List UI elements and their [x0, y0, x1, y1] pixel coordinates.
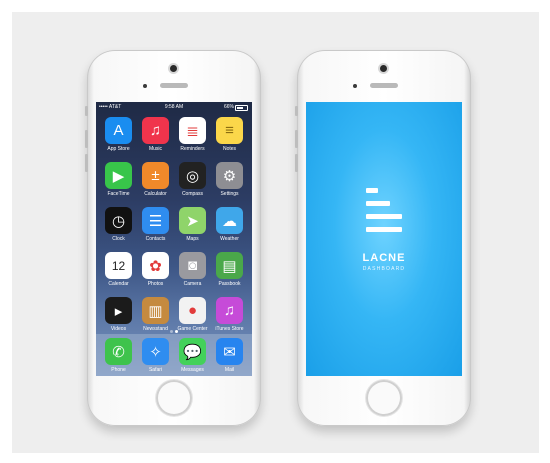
home-button[interactable]: [156, 380, 192, 416]
game-center-icon: ●: [179, 297, 206, 324]
app-facetime[interactable]: ▶ FaceTime: [100, 162, 137, 200]
app-photos[interactable]: ✿ Photos: [137, 252, 174, 290]
battery-icon: [235, 105, 248, 111]
proximity-sensor: [353, 84, 357, 88]
clock-icon: ◷: [105, 207, 132, 234]
app-messages[interactable]: 💬 Messages: [174, 338, 211, 376]
app-camera[interactable]: ◙ Camera: [174, 252, 211, 290]
app-maps[interactable]: ➤ Maps: [174, 207, 211, 245]
app-grid: A App Store ♫ Music ≣ Reminders ≡ Notes ▶ FaceTim…: [100, 117, 248, 335]
page-dot: [170, 330, 173, 333]
app-label: Maps: [186, 236, 199, 242]
app-label: Passbook: [218, 281, 241, 287]
reminders-icon: ≣: [179, 117, 206, 144]
itunes-store-icon: ♫: [216, 297, 243, 324]
weather-icon: ☁: [216, 207, 243, 234]
app-label: Camera: [183, 281, 202, 287]
contacts-icon: ☰: [142, 207, 169, 234]
dock: ✆ Phone ✧ Safari 💬 Messages ✉ Mail: [96, 334, 252, 376]
app-app-store[interactable]: A App Store: [100, 117, 137, 155]
app-mail[interactable]: ✉ Mail: [211, 338, 248, 376]
front-camera: [170, 65, 177, 72]
app-label: Mail: [224, 367, 235, 373]
app-label: Settings: [220, 191, 239, 197]
app-passbook[interactable]: ▤ Passbook: [211, 252, 248, 290]
app-contacts[interactable]: ☰ Contacts: [137, 207, 174, 245]
page-indicator[interactable]: [96, 330, 252, 333]
lacne-title: LACNE: [362, 252, 406, 264]
mockup-stage: ••••• AT&T 9:58 AM 66% A App Store ♫ Music ≣…: [0, 0, 550, 463]
app-label: Messages: [181, 367, 204, 373]
app-safari[interactable]: ✧ Safari: [137, 338, 174, 376]
earpiece-speaker: [160, 83, 188, 88]
mute-switch: [85, 106, 88, 116]
home-button[interactable]: [366, 380, 402, 416]
passbook-icon: ▤: [216, 252, 243, 279]
app-label: Music: [148, 146, 163, 152]
app-label: App Store: [107, 146, 130, 152]
compass-icon: ◎: [179, 162, 206, 189]
app-label: Reminders: [180, 146, 205, 152]
dock-row: ✆ Phone ✧ Safari 💬 Messages ✉ Mail: [100, 338, 248, 376]
app-store-icon: A: [105, 117, 132, 144]
app-label: FaceTime: [107, 191, 130, 197]
lacne-splash-screen: LACNE DASHBOARD: [306, 102, 462, 376]
newsstand-icon: ▥: [142, 297, 169, 324]
app-label: Compass: [181, 191, 204, 197]
app-calendar[interactable]: 12 Calendar: [100, 252, 137, 290]
app-label: Clock: [112, 236, 125, 242]
photos-icon: ✿: [142, 252, 169, 279]
app-calculator[interactable]: ± Calculator: [137, 162, 174, 200]
app-clock[interactable]: ◷ Clock: [100, 207, 137, 245]
app-label: Calendar: [108, 281, 129, 287]
music-icon: ♫: [142, 117, 169, 144]
phone-icon: ✆: [105, 338, 132, 365]
app-label: Contacts: [145, 236, 166, 242]
volume-up-button: [85, 130, 88, 148]
iphone-home-screen: ••••• AT&T 9:58 AM 66% A App Store ♫ Music ≣…: [85, 50, 261, 426]
messages-icon: 💬: [179, 338, 206, 365]
videos-icon: ▸: [105, 297, 132, 324]
lacne-logo-icon: [364, 188, 404, 232]
app-label: Photos: [147, 281, 164, 287]
app-label: Phone: [111, 367, 126, 373]
mute-switch: [295, 106, 298, 116]
maps-icon: ➤: [179, 207, 206, 234]
volume-down-button: [85, 154, 88, 172]
app-phone[interactable]: ✆ Phone: [100, 338, 137, 376]
app-label: Weather: [220, 236, 239, 242]
camera-icon: ◙: [179, 252, 206, 279]
facetime-icon: ▶: [105, 162, 132, 189]
app-settings[interactable]: ⚙ Settings: [211, 162, 248, 200]
app-notes[interactable]: ≡ Notes: [211, 117, 248, 155]
app-label: Safari: [148, 367, 163, 373]
app-compass[interactable]: ◎ Compass: [174, 162, 211, 200]
settings-icon: ⚙: [216, 162, 243, 189]
notes-icon: ≡: [216, 117, 243, 144]
page-dot: [175, 330, 178, 333]
app-label: Calculator: [144, 191, 167, 197]
volume-down-button: [295, 154, 298, 172]
app-weather[interactable]: ☁ Weather: [211, 207, 248, 245]
front-camera: [380, 65, 387, 72]
proximity-sensor: [143, 84, 147, 88]
app-music[interactable]: ♫ Music: [137, 117, 174, 155]
mail-icon: ✉: [216, 338, 243, 365]
volume-up-button: [295, 130, 298, 148]
iphone-lacne-splash: LACNE DASHBOARD: [295, 50, 471, 426]
safari-icon: ✧: [142, 338, 169, 365]
earpiece-speaker: [370, 83, 398, 88]
home-screen: ••••• AT&T 9:58 AM 66% A App Store ♫ Music ≣…: [96, 102, 252, 376]
status-bar: ••••• AT&T 9:58 AM 66%: [96, 102, 252, 112]
battery-percent: 66%: [223, 104, 234, 110]
app-label: Notes: [222, 146, 237, 152]
lacne-subtitle: DASHBOARD: [362, 266, 406, 272]
calculator-icon: ±: [142, 162, 169, 189]
app-reminders[interactable]: ≣ Reminders: [174, 117, 211, 155]
calendar-icon: 12: [105, 252, 132, 279]
